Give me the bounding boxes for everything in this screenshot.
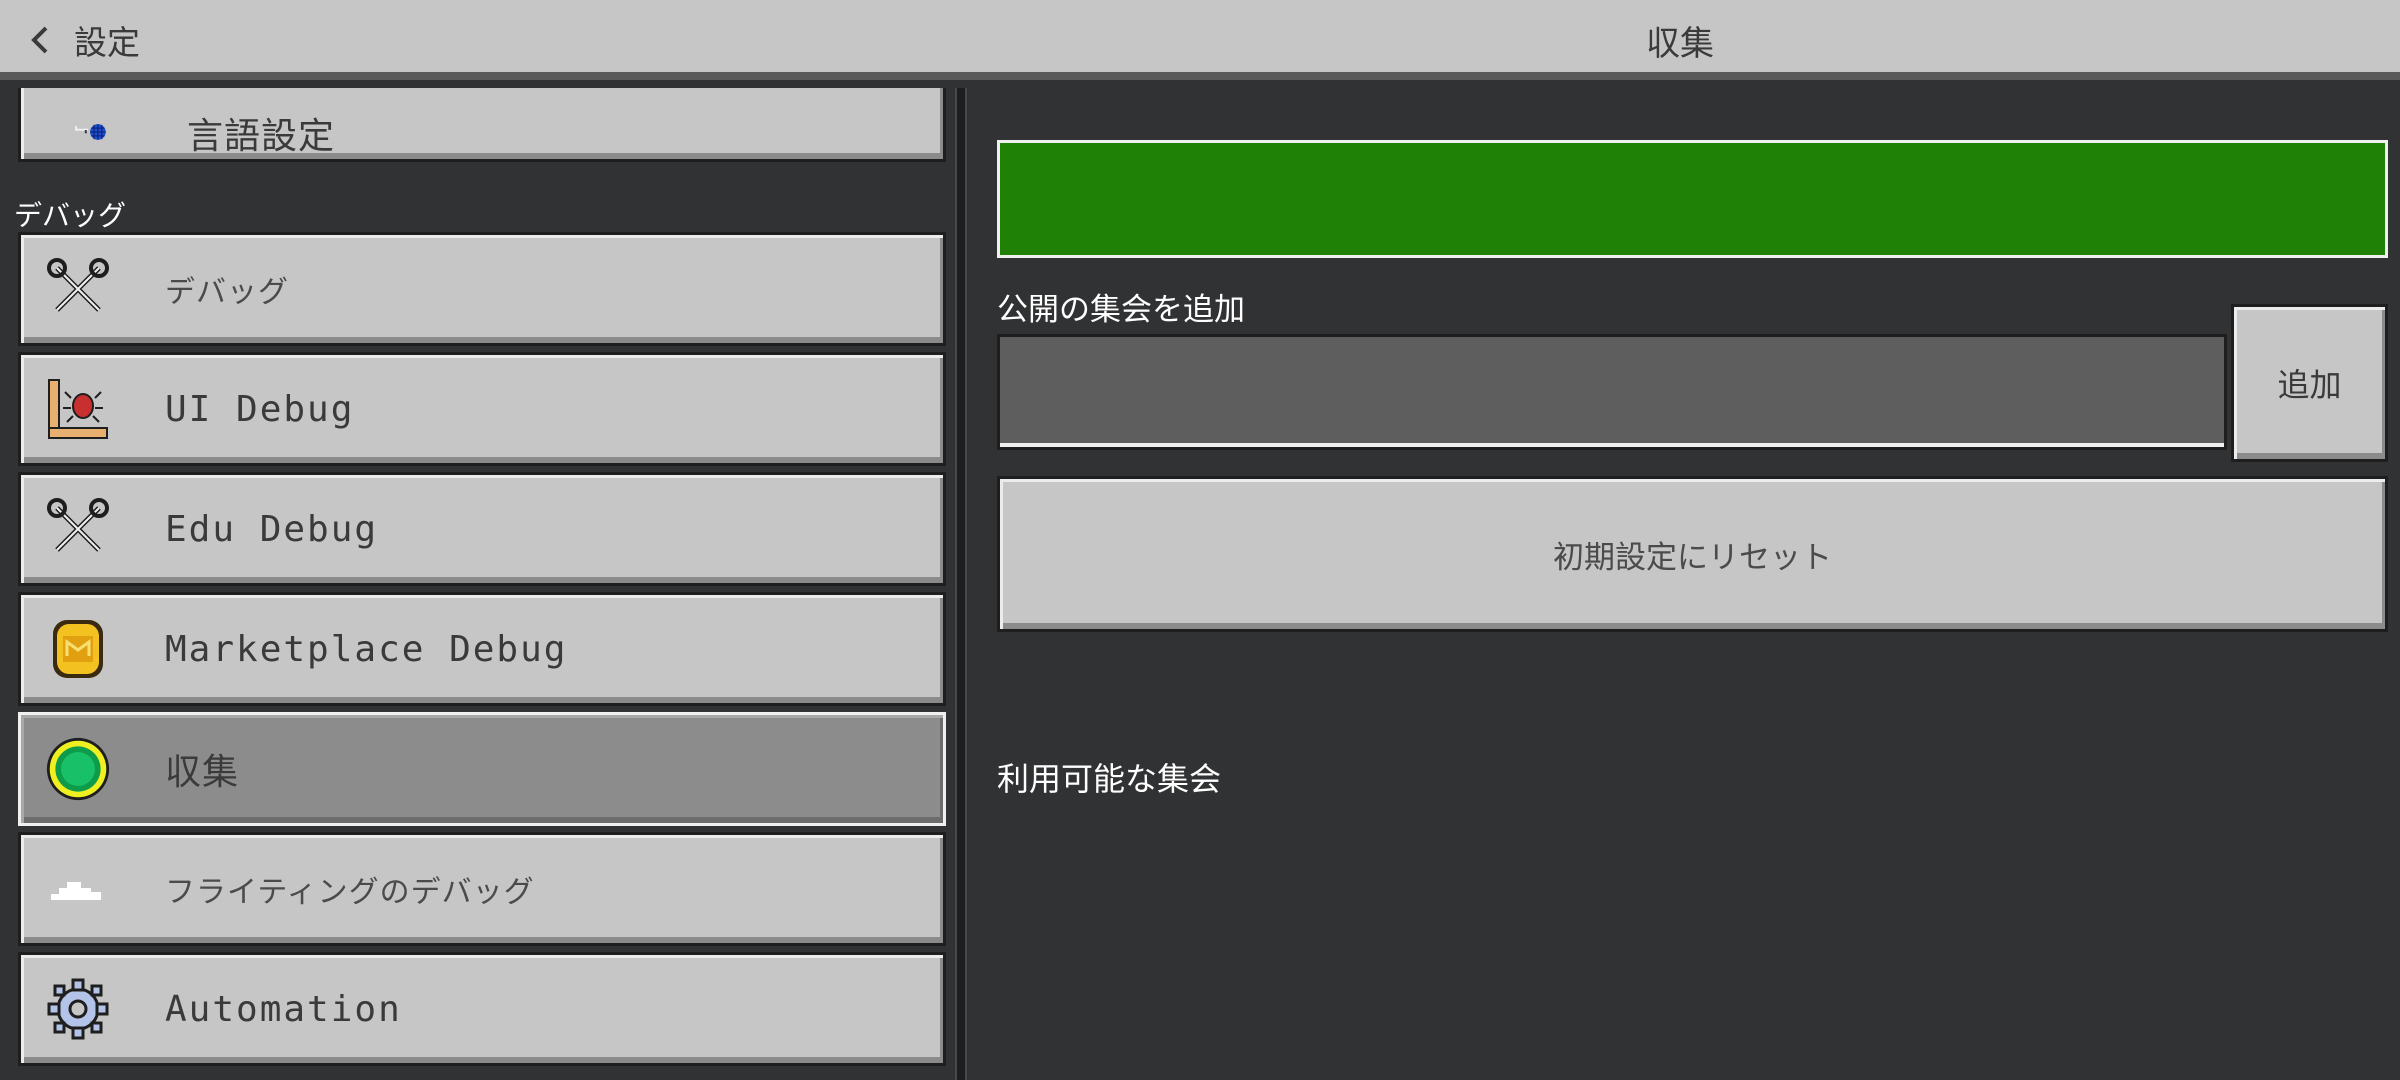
sidebar-item-gathering[interactable]: 収集 xyxy=(18,712,946,826)
sidebar-item-language[interactable]: 言語設定 xyxy=(18,88,946,162)
add-public-gathering-label: 公開の集会を追加 xyxy=(997,292,1245,328)
sidebar-item-label: Edu Debug xyxy=(165,508,379,550)
section-header-debug: デバッグ xyxy=(14,199,127,232)
sidebar-item-debug[interactable]: デバッグ xyxy=(18,232,946,346)
minecoin-icon xyxy=(45,616,111,682)
globe-key-icon xyxy=(45,99,111,165)
sidebar-item-marketplace-debug[interactable]: Marketplace Debug xyxy=(18,592,946,706)
chevron-left-icon xyxy=(31,26,48,54)
green-gem-icon xyxy=(45,736,111,802)
sidebar-item-label: UI Debug xyxy=(165,388,355,430)
back-label: 設定 xyxy=(74,23,140,62)
add-button[interactable]: 追加 xyxy=(2231,304,2388,462)
back-button[interactable]: 設定 xyxy=(0,0,170,80)
sidebar-item-label: Marketplace Debug xyxy=(165,628,568,670)
ui-debug-icon xyxy=(45,376,111,442)
sidebar-item-label: フライティングのデバッグ xyxy=(165,875,535,910)
sidebar-item-label: デバッグ xyxy=(165,275,289,310)
reset-to-default-button[interactable]: 初期設定にリセット xyxy=(997,476,2388,632)
top-bar: 設定 収集 xyxy=(0,0,2400,80)
gathering-panel: 公開の集会を追加 追加 初期設定にリセット 利用可能な集会 xyxy=(969,88,2400,1080)
progress-bar xyxy=(997,140,2388,258)
sidebar-item-flighting-debug[interactable]: フライティングのデバッグ xyxy=(18,832,946,946)
gathering-url-input[interactable] xyxy=(997,334,2227,450)
sidebar-item-ui-debug[interactable]: UI Debug xyxy=(18,352,946,466)
gear-icon xyxy=(45,976,111,1042)
available-gatherings-label: 利用可能な集会 xyxy=(997,760,1222,798)
sidebar-item-label: Automation xyxy=(165,988,402,1030)
sidebar-item-edu-debug[interactable]: Edu Debug xyxy=(18,472,946,586)
settings-sidebar[interactable]: 言語設定 デバッグ デバッグ UI Debug Edu Debug Market… xyxy=(0,88,955,1080)
tools-icon xyxy=(45,496,111,562)
cloud-icon xyxy=(45,856,111,922)
sidebar-item-label: 言語設定 xyxy=(187,116,336,157)
panel-divider xyxy=(955,88,967,1080)
sidebar-item-automation[interactable]: Automation xyxy=(18,952,946,1066)
sidebar-item-label: 収集 xyxy=(165,752,240,793)
page-title: 収集 xyxy=(1646,23,1714,64)
tools-icon xyxy=(45,256,111,322)
progress-fill xyxy=(1000,143,2385,255)
